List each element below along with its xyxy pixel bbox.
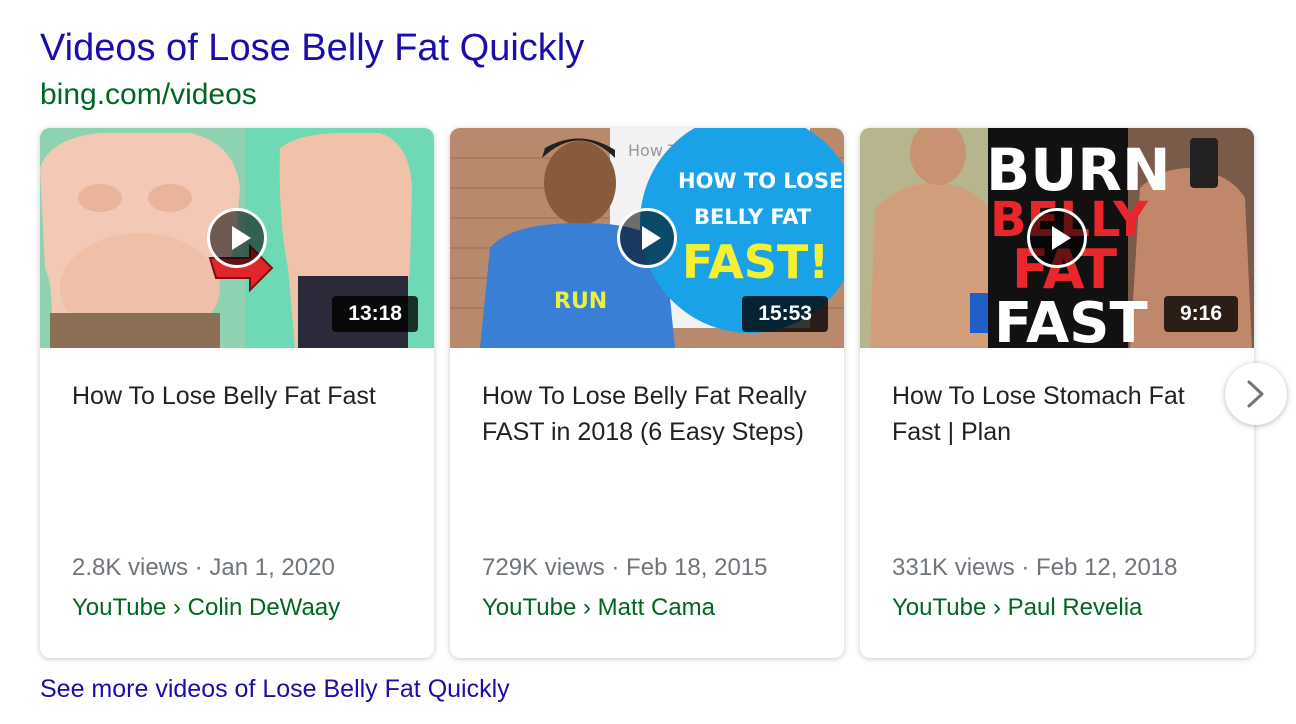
play-icon[interactable] <box>1027 208 1087 268</box>
carousel-next-button[interactable] <box>1225 363 1287 425</box>
thumb-line-1: HOW TO LOSE <box>678 169 843 193</box>
chevron-right-icon <box>1247 380 1264 408</box>
video-channel: YouTube › Colin DeWaay <box>72 594 341 621</box>
thumb-word-4: FAST <box>994 291 1148 348</box>
video-card[interactable]: BURN BELLY FAT FAST 9:16 How To Lose Sto… <box>860 128 1254 658</box>
thumb-line-2: BELLY FAT <box>694 205 812 229</box>
video-thumbnail[interactable]: BURN BELLY FAT FAST 9:16 <box>860 128 1254 348</box>
play-icon[interactable] <box>207 208 267 268</box>
video-card[interactable]: 13:18 How To Lose Belly Fat Fast 2.8K vi… <box>40 128 434 658</box>
video-thumbnail[interactable]: 13:18 <box>40 128 434 348</box>
play-icon[interactable] <box>617 208 677 268</box>
source-url: bing.com/videos <box>40 78 257 111</box>
video-duration: 13:18 <box>332 296 418 332</box>
results-title-link[interactable]: Videos of Lose Belly Fat Quickly <box>40 24 584 72</box>
video-card[interactable]: How To RUN HOW TO LOSE BELLY FAT FAST! 1… <box>450 128 844 658</box>
video-title[interactable]: How To Lose Belly Fat Really FAST in 201… <box>482 378 822 450</box>
video-views-date: 2.8K views · Jan 1, 2020 <box>72 554 335 581</box>
shirt-text: RUN <box>554 289 607 314</box>
thumb-line-3: FAST! <box>682 235 829 289</box>
video-channel: YouTube › Paul Revelia <box>892 594 1143 621</box>
video-thumbnail[interactable]: How To RUN HOW TO LOSE BELLY FAT FAST! 1… <box>450 128 844 348</box>
video-title[interactable]: How To Lose Belly Fat Fast <box>72 378 412 414</box>
video-carousel: 13:18 How To Lose Belly Fat Fast 2.8K vi… <box>40 128 1256 658</box>
see-more-link[interactable]: See more videos of Lose Belly Fat Quickl… <box>40 672 510 706</box>
video-duration: 15:53 <box>742 296 828 332</box>
video-views-date: 729K views · Feb 18, 2015 <box>482 554 768 581</box>
video-title[interactable]: How To Lose Stomach Fat Fast | Plan <box>892 378 1232 450</box>
video-views-date: 331K views · Feb 12, 2018 <box>892 554 1178 581</box>
video-duration: 9:16 <box>1163 296 1238 332</box>
video-channel: YouTube › Matt Cama <box>482 594 716 621</box>
